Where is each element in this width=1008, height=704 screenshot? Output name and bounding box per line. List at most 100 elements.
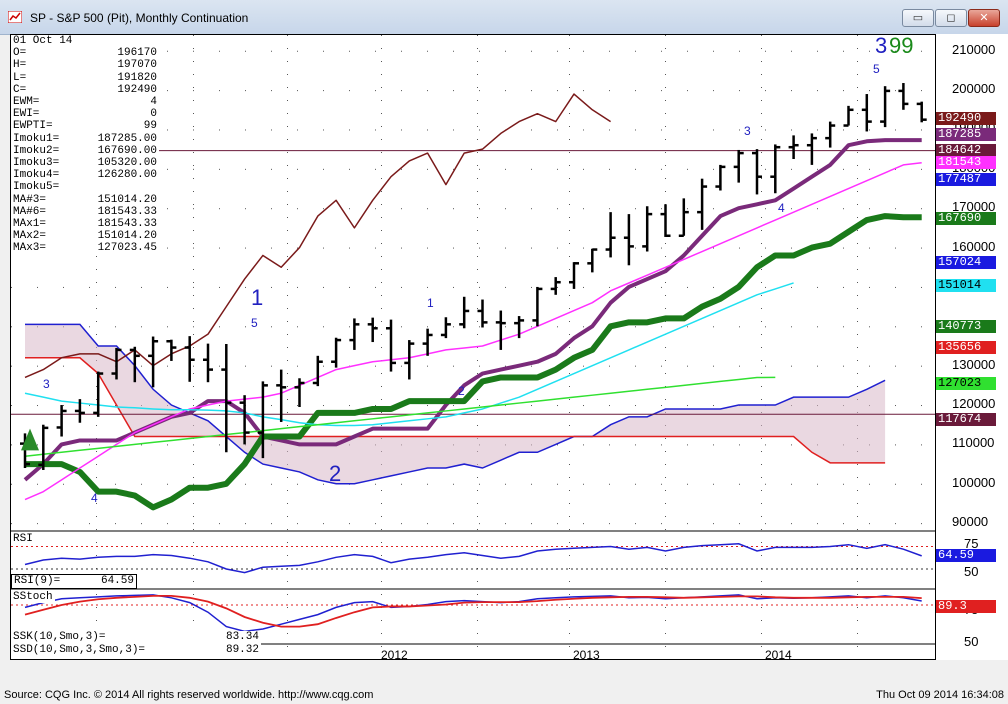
- grid-dot: [817, 208, 818, 210]
- stat-row: H= 197070: [11, 59, 159, 71]
- grid-dot: [401, 365, 402, 367]
- grid-dot: [765, 247, 766, 249]
- grid-dot: [401, 50, 402, 52]
- grid-dot: [765, 483, 766, 485]
- grid-dot: [569, 269, 570, 270]
- grid-dot: [661, 365, 662, 367]
- grid-dot: [505, 50, 506, 52]
- grid-dot: [609, 444, 610, 446]
- grid-dot: [167, 286, 168, 288]
- grid-dot: [569, 204, 570, 205]
- grid-dot: [477, 334, 478, 335]
- grid-dot: [96, 464, 97, 465]
- grid-dot: [569, 347, 570, 348]
- grid-dot: [287, 295, 288, 296]
- grid-dot: [381, 516, 382, 517]
- grid-dot: [193, 326, 194, 328]
- restore-button[interactable]: ◻: [935, 9, 967, 27]
- grid-dot: [477, 191, 478, 192]
- grid-dot: [381, 243, 382, 244]
- grid-dot: [193, 74, 194, 75]
- grid-dot: [141, 326, 142, 328]
- grid-dot: [297, 405, 298, 407]
- grid-dot: [453, 365, 454, 367]
- grid-dot: [477, 542, 478, 543]
- grid-dot: [665, 295, 666, 296]
- grid-dot: [531, 523, 532, 525]
- grid-dot: [96, 321, 97, 322]
- grid-dot: [921, 208, 922, 210]
- grid-dot: [477, 126, 478, 127]
- grid-dot: [713, 247, 714, 249]
- grid-dot: [287, 165, 288, 166]
- grid-dot: [401, 90, 402, 92]
- price-axis[interactable]: 9000010000011000012000013000014000015000…: [936, 34, 1008, 660]
- minimize-button[interactable]: ▭: [902, 9, 934, 27]
- grid-dot: [635, 129, 636, 131]
- grid-dot: [569, 243, 570, 244]
- close-button[interactable]: ✕: [968, 9, 1000, 27]
- grid-dot: [96, 477, 97, 478]
- grid-dot: [531, 286, 532, 288]
- grid-dot: [665, 360, 666, 361]
- stat-row: MA#6= 181543.33: [11, 206, 159, 218]
- grid-dot: [271, 483, 272, 485]
- grid-dot: [37, 365, 38, 367]
- grid-dot: [569, 295, 570, 296]
- grid-dot: [569, 620, 570, 621]
- grid-dot: [479, 129, 480, 131]
- grid-dot: [635, 50, 636, 52]
- x-tick-label: 2014: [765, 648, 792, 660]
- grid-dot: [477, 100, 478, 101]
- grid-dot: [761, 126, 762, 127]
- time-bar-segment: [91, 659, 221, 660]
- grid-dot: [193, 483, 194, 485]
- grid-dot: [381, 542, 382, 543]
- price-tag: 140773: [936, 320, 996, 333]
- grid-dot: [115, 326, 116, 328]
- grid-dot: [761, 438, 762, 439]
- price-bar: [733, 149, 744, 183]
- grid-dot: [271, 326, 272, 328]
- grid-dot: [569, 464, 570, 465]
- rsi-readout: RSI(9)= 64.59: [11, 574, 137, 589]
- grid-dot: [193, 542, 194, 543]
- grid-dot: [11, 365, 12, 367]
- stat-label: MAx2=: [13, 230, 47, 243]
- grid-dot: [609, 405, 610, 407]
- grid-dot: [739, 365, 740, 367]
- grid-dot: [271, 247, 272, 249]
- grid-dot: [921, 365, 922, 367]
- time-bar-segment: [25, 659, 100, 660]
- grid-dot: [271, 208, 272, 210]
- grid-dot: [687, 326, 688, 328]
- grid-dot: [427, 168, 428, 170]
- chart-plot-area[interactable]: 1512234343599JulJanJul2012Jul2013Jul2014…: [10, 34, 936, 660]
- grid-dot: [323, 483, 324, 485]
- grid-dot: [843, 129, 844, 131]
- grid-dot: [843, 168, 844, 170]
- grid-dot: [453, 208, 454, 210]
- grid-dot: [765, 286, 766, 288]
- grid-dot: [869, 90, 870, 92]
- grid-dot: [479, 326, 480, 328]
- grid-dot: [857, 633, 858, 634]
- grid-dot: [713, 286, 714, 288]
- grid-dot: [557, 50, 558, 52]
- grid-dot: [635, 247, 636, 249]
- grid-dot: [569, 490, 570, 491]
- grid-dot: [219, 405, 220, 407]
- y-tick-label: 160000: [952, 238, 996, 254]
- grid-dot: [245, 286, 246, 288]
- grid-dot: [453, 90, 454, 92]
- grid-dot: [569, 516, 570, 517]
- grid-dot: [791, 247, 792, 249]
- price-bar: [752, 149, 762, 195]
- grid-dot: [713, 523, 714, 525]
- price-bar: [806, 133, 817, 165]
- grid-dot: [531, 129, 532, 131]
- grid-dot: [687, 405, 688, 407]
- grid-dot: [665, 256, 666, 257]
- grid-dot: [531, 483, 532, 485]
- grid-dot: [96, 386, 97, 387]
